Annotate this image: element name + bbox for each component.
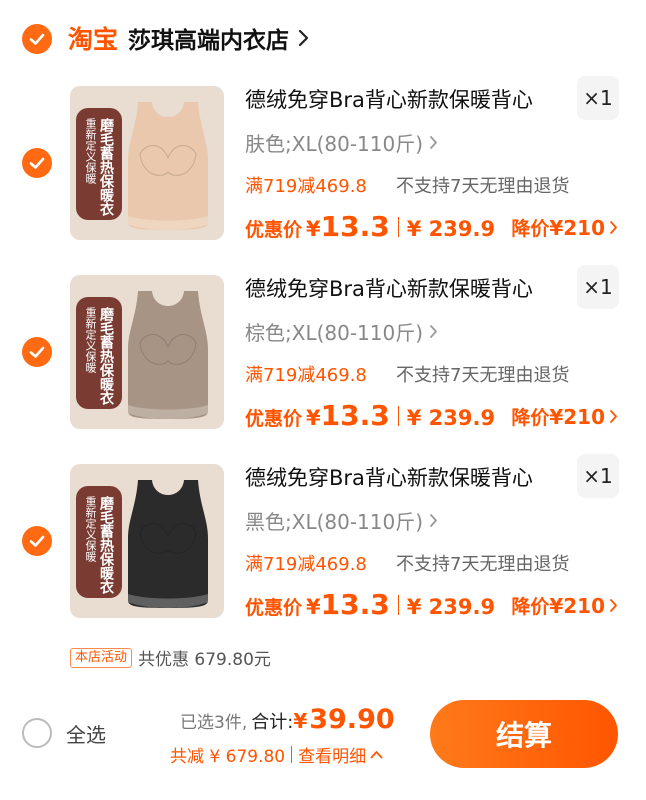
badge-big-text: 磨毛蓄热保暖衣 <box>98 496 114 594</box>
badge-small-text: 重新定义保暖 <box>84 118 97 184</box>
store-header[interactable]: 淘宝 莎琪高端内衣店 <box>68 18 309 58</box>
price-label: 优惠价 <box>245 219 303 241</box>
cart-item: 重新定义保暖 磨毛蓄热保暖衣 德绒免穿Bra背心新款保暖背心 ×1 黑色;XL(… <box>0 454 646 652</box>
price-value: 13.3 <box>320 210 390 243</box>
total-summary: 已选3件, 合计: ¥ 39.90 <box>180 704 395 735</box>
product-spec: 肤色;XL(80-110斤) <box>245 132 424 156</box>
chevron-right-icon <box>430 514 437 527</box>
product-image[interactable]: 重新定义保暖 磨毛蓄热保暖衣 <box>70 86 224 240</box>
price-label: 优惠价 <box>245 597 303 619</box>
activity-text: 共优惠 679.80元 <box>138 650 271 670</box>
total-value: 39.90 <box>309 704 395 735</box>
promo-text: 满719减469.8 <box>245 365 367 386</box>
price-drop-label: 降价 <box>511 596 550 618</box>
store-name[interactable]: 莎琪高端内衣店 <box>128 21 289 55</box>
chevron-right-icon <box>298 29 309 47</box>
original-price: ¥ 239.9 <box>406 595 496 619</box>
price-drop-value: ¥210 <box>549 404 605 429</box>
promo-text: 满719减469.8 <box>245 176 367 197</box>
price-divider <box>397 216 399 237</box>
check-icon <box>29 535 45 547</box>
check-icon <box>29 33 45 45</box>
price-drop-link[interactable]: 降价 ¥210 <box>511 214 618 241</box>
price-row: 优惠价 ¥ 13.3 ¥ 239.9 <box>245 588 495 621</box>
platform-logo: 淘宝 <box>68 25 119 54</box>
price-row: 优惠价 ¥ 13.3 ¥ 239.9 <box>245 210 495 243</box>
price-value: 13.3 <box>320 399 390 432</box>
badge-big-text: 磨毛蓄热保暖衣 <box>98 307 114 405</box>
badge-small-text: 重新定义保暖 <box>84 496 97 562</box>
price-drop-label: 降价 <box>511 218 550 240</box>
product-title[interactable]: 德绒免穿Bra背心新款保暖背心 <box>245 464 533 492</box>
badge-big-text: 磨毛蓄热保暖衣 <box>98 118 114 216</box>
price-drop-label: 降价 <box>511 407 550 429</box>
vest-image-icon <box>128 480 208 608</box>
badge-small-text: 重新定义保暖 <box>84 307 97 373</box>
product-spec-selector[interactable]: 肤色;XL(80-110斤) <box>245 128 438 157</box>
item-select-checkbox[interactable] <box>22 526 52 556</box>
chevron-right-icon <box>430 136 437 149</box>
product-title[interactable]: 德绒免穿Bra背心新款保暖背心 <box>245 275 533 303</box>
vest-image-icon <box>128 102 208 230</box>
quantity-button[interactable]: ×1 <box>577 454 619 498</box>
view-details-link[interactable]: 查看明细 <box>298 742 366 767</box>
select-all-label: 全选 <box>66 722 106 747</box>
product-spec: 黑色;XL(80-110斤) <box>245 510 424 534</box>
price-row: 优惠价 ¥ 13.3 ¥ 239.9 <box>245 399 495 432</box>
discount-divider <box>291 746 293 763</box>
price-value: 13.3 <box>320 588 390 621</box>
product-spec-selector[interactable]: 黑色;XL(80-110斤) <box>245 506 438 535</box>
quantity-button[interactable]: ×1 <box>577 265 619 309</box>
select-all-radio[interactable] <box>22 718 52 748</box>
return-policy-text: 不支持7天无理由退货 <box>396 554 570 575</box>
total-label: 合计: <box>251 712 294 733</box>
check-icon <box>29 157 45 169</box>
price-divider <box>397 594 399 615</box>
store-select-checkbox[interactable] <box>22 24 52 54</box>
price-drop-value: ¥210 <box>549 593 605 618</box>
original-price: ¥ 239.9 <box>406 217 496 241</box>
product-title[interactable]: 德绒免穿Bra背心新款保暖背心 <box>245 86 533 114</box>
price-currency: ¥ <box>306 217 321 241</box>
select-all-toggle[interactable]: 全选 <box>22 718 106 748</box>
cart-item: 重新定义保暖 磨毛蓄热保暖衣 德绒免穿Bra背心新款保暖背心 ×1 棕色;XL(… <box>0 265 646 463</box>
price-currency: ¥ <box>306 406 321 430</box>
discount-row[interactable]: 共减 ¥ 679.80 查看明细 <box>170 742 383 767</box>
check-icon <box>29 346 45 358</box>
product-spec-selector[interactable]: 棕色;XL(80-110斤) <box>245 317 438 346</box>
price-currency: ¥ <box>306 595 321 619</box>
quantity-button[interactable]: ×1 <box>577 76 619 120</box>
chevron-right-icon <box>430 325 437 338</box>
selected-count: 已选3件, <box>180 713 248 733</box>
price-divider <box>397 405 399 426</box>
product-image[interactable]: 重新定义保暖 磨毛蓄热保暖衣 <box>70 275 224 429</box>
chevron-right-icon <box>610 410 617 423</box>
return-policy-text: 不支持7天无理由退货 <box>396 365 570 386</box>
store-activity: 本店活动 共优惠 679.80元 <box>70 645 271 670</box>
original-price: ¥ 239.9 <box>406 406 496 430</box>
total-currency: ¥ <box>293 709 308 733</box>
chevron-right-icon <box>610 221 617 234</box>
item-select-checkbox[interactable] <box>22 337 52 367</box>
product-image[interactable]: 重新定义保暖 磨毛蓄热保暖衣 <box>70 464 224 618</box>
item-select-checkbox[interactable] <box>22 148 52 178</box>
price-label: 优惠价 <box>245 408 303 430</box>
price-drop-value: ¥210 <box>549 215 605 240</box>
chevron-up-icon <box>370 751 383 759</box>
cart-item: 重新定义保暖 磨毛蓄热保暖衣 德绒免穿Bra背心新款保暖背心 ×1 肤色;XL(… <box>0 76 646 274</box>
promo-text: 满719减469.8 <box>245 554 367 575</box>
discount-text: 共减 ¥ 679.80 <box>170 747 286 767</box>
chevron-right-icon <box>610 599 617 612</box>
price-drop-link[interactable]: 降价 ¥210 <box>511 403 618 430</box>
vest-image-icon <box>128 291 208 419</box>
checkout-bar: 全选 已选3件, 合计: ¥ 39.90 共减 ¥ 679.80 查看明细 结算 <box>0 690 646 800</box>
price-drop-link[interactable]: 降价 ¥210 <box>511 592 618 619</box>
checkout-button[interactable]: 结算 <box>430 700 618 768</box>
return-policy-text: 不支持7天无理由退货 <box>396 176 570 197</box>
activity-tag: 本店活动 <box>70 647 133 668</box>
product-spec: 棕色;XL(80-110斤) <box>245 321 424 345</box>
